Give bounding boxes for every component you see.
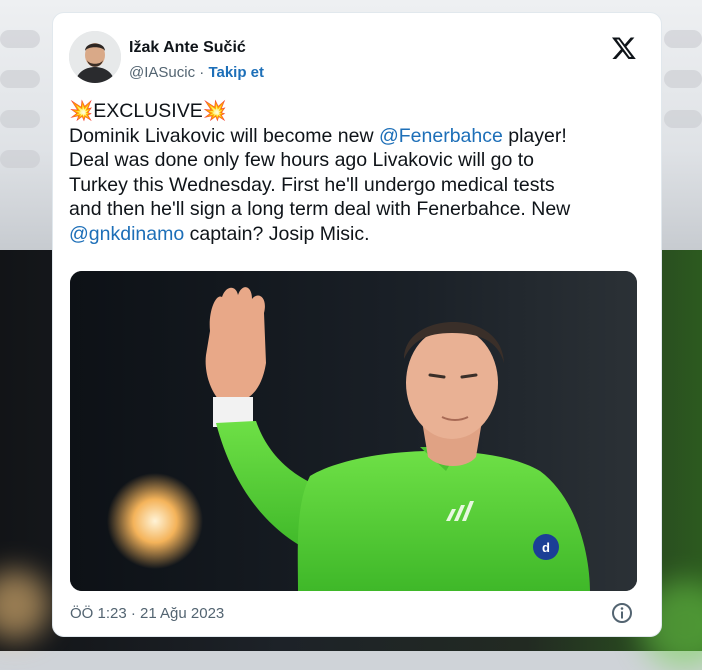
- tweet-text: 💥EXCLUSIVE💥 Dominik Livakovic will becom…: [69, 99, 649, 246]
- headline-text: EXCLUSIVE: [93, 100, 203, 122]
- meta-separator: ·: [195, 64, 209, 81]
- tweet-photo[interactable]: d: [70, 271, 637, 591]
- text-line-5: @gnkdinamo captain? Josip Misic.: [69, 222, 649, 247]
- headline-line: 💥EXCLUSIVE💥: [69, 99, 649, 124]
- mention-gnkdinamo[interactable]: @gnkdinamo: [69, 223, 184, 245]
- collision-emoji-icon: 💥: [202, 100, 228, 122]
- text-line-4: and then he'll sign a long term deal wit…: [69, 198, 571, 220]
- text-line-1: Dominik Livakovic will become new @Fener…: [69, 124, 649, 149]
- tweet-card: Ižak Ante Sučić @IASucic · Takip et 💥EXC…: [52, 12, 662, 637]
- author-name[interactable]: Ižak Ante Sučić: [129, 39, 246, 57]
- text-line-2: Deal was done only few hours ago Livakov…: [69, 149, 535, 171]
- author-handle[interactable]: @IASucic: [129, 64, 195, 81]
- collision-emoji-icon: 💥: [69, 100, 94, 122]
- info-icon[interactable]: [611, 602, 633, 624]
- text-line-3: Turkey this Wednesday. First he'll under…: [69, 173, 555, 196]
- svg-text:d: d: [542, 540, 550, 555]
- follow-button[interactable]: Takip et: [208, 64, 264, 81]
- text-segment: Dominik Livakovic will become new: [69, 124, 379, 147]
- mention-fenerbahce[interactable]: @Fenerbahce: [379, 125, 503, 147]
- text-segment: player!: [502, 124, 567, 147]
- x-logo-icon[interactable]: [611, 35, 637, 61]
- avatar[interactable]: [69, 31, 121, 83]
- author-meta: @IASucic · Takip et: [129, 64, 264, 81]
- text-segment: captain? Josip Misic.: [184, 222, 370, 245]
- tweet-timestamp[interactable]: ÖÖ 1:23 · 21 Ağu 2023: [70, 605, 224, 622]
